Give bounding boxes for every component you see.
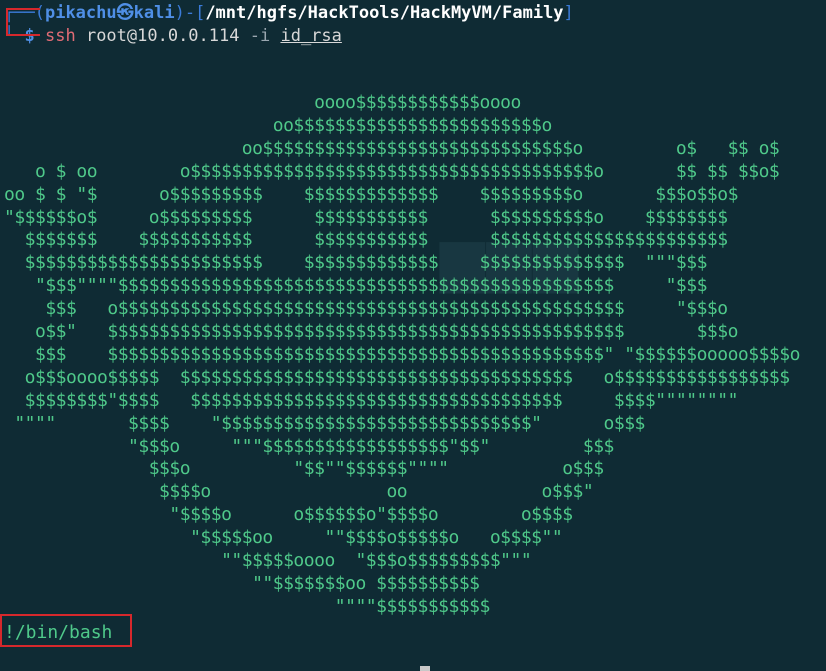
banner-line: "$$$$$oo ""$$$$o$$$$$o o$$$$"" bbox=[4, 527, 563, 548]
scrollbar-handle[interactable] bbox=[420, 666, 430, 671]
prompt-host-symbol: ㉿ bbox=[116, 3, 134, 23]
banner-line: $$$o "$$""$$$$$$"""" o$$$ bbox=[4, 458, 604, 479]
banner-line: oo$$$$$$$$$$$$$$$$$$$$$$$$$$$$$$o o$ $$ … bbox=[4, 138, 780, 159]
terminal-window[interactable]: ┌──(pikachu㉿kali)-[/mnt/hgfs/HackTools/H… bbox=[0, 0, 826, 671]
banner-line: oooo$$$$$$$$$$$$oooo bbox=[4, 92, 521, 113]
banner-line: """" $$$$ "$$$$$$$$$$$$$$$$$$$$$$$$$$$$$… bbox=[4, 413, 645, 434]
prompt-header: ┌──(pikachu㉿kali)-[/mnt/hgfs/HackTools/H… bbox=[4, 2, 574, 24]
banner-line: $$$$$$$$$$$$$$$$$$$$$$$ $$$$$$$$$$$$$ $$… bbox=[4, 252, 708, 273]
ssh-banner-ascii-art: oooo$$$$$$$$$$$$oooo oo$$$$$$$$$$$$$$$$$… bbox=[0, 92, 826, 622]
command-name: ssh bbox=[44, 26, 76, 46]
banner-line: $$$$$$$$"$$$$ $$$$$$$$$$$$$$$$$$$$$$$$$$… bbox=[4, 390, 739, 411]
prompt-user: pikachu bbox=[44, 3, 117, 23]
prompt-close-bracket: ] bbox=[563, 3, 574, 23]
banner-line: ""$$$$$$$oo $$$$$$$$$$ bbox=[4, 573, 480, 594]
banner-line: $$$ $$$$$$$$$$$$$$$$$$$$$$$$$$$$$$$$$$$$… bbox=[4, 344, 800, 365]
command-line[interactable]: └─$ ssh root@10.0.0.114 -i id_rsa bbox=[4, 25, 342, 47]
prompt-separator: -[ bbox=[184, 3, 206, 23]
banner-line: oo $ $ "$ o$$$$$$$$$ $$$$$$$$$$$$$ $$$$$… bbox=[4, 184, 738, 205]
banner-line: o$$$oooo$$$$$ $$$$$$$$$$$$$$$$$$$$$$$$$$… bbox=[4, 367, 790, 388]
prompt-path: /mnt/hgfs/HackTools/HackMyVM/Family bbox=[205, 3, 564, 23]
banner-line: oo$$$$$$$$$$$$$$$$$$$$$$$$o bbox=[4, 115, 553, 136]
banner-line: ""$$$$$oooo "$$$o$$$$$$$$$""" bbox=[4, 550, 532, 571]
banner-line: $$$$$$$ $$$$$$$$$$$ $$$$$$$$$$$ $$$$$$$$… bbox=[4, 229, 728, 250]
banner-line: $$$ o$$$$$$$$$$$$$$$$$$$$$$$$$$$$$$$$$$$… bbox=[4, 298, 728, 319]
banner-line: o$$" $$$$$$$$$$$$$$$$$$$$$$$$$$$$$$$$$$$… bbox=[4, 321, 738, 342]
banner-line: "$$$$o o$$$$$$o"$$$$o o$$$$ bbox=[4, 504, 573, 525]
command-keyfile: id_rsa bbox=[280, 26, 342, 46]
command-flag: -i bbox=[249, 26, 271, 46]
banner-line: o $ oo o$$$$$$$$$$$$$$$$$$$$$$$$$$$$$$$$… bbox=[4, 161, 780, 182]
shell-output-text: !/bin/bash bbox=[4, 622, 113, 643]
prompt-close-paren: ) bbox=[174, 3, 185, 23]
banner-line: "$$$""""$$$$$$$$$$$$$$$$$$$$$$$$$$$$$$$$… bbox=[4, 275, 707, 296]
prompt-host: kali bbox=[133, 3, 175, 23]
prompt-open-paren: ( bbox=[34, 3, 45, 23]
command-target: root@10.0.0.114 bbox=[85, 26, 240, 46]
banner-line: "$$$$$$o$ o$$$$$$$$$ $$$$$$$$$$$ $$$$$$$… bbox=[4, 207, 728, 228]
prompt-corner-top: ┌── bbox=[4, 3, 35, 23]
prompt-corner-bottom: └─ bbox=[4, 26, 25, 46]
prompt-dollar: $ bbox=[24, 26, 35, 46]
banner-line: "$$$o """$$$$$$$$$$$$$$$$$$"$$" $$$ bbox=[4, 436, 614, 457]
banner-line: $$$$o oo o$$$" bbox=[4, 481, 594, 502]
